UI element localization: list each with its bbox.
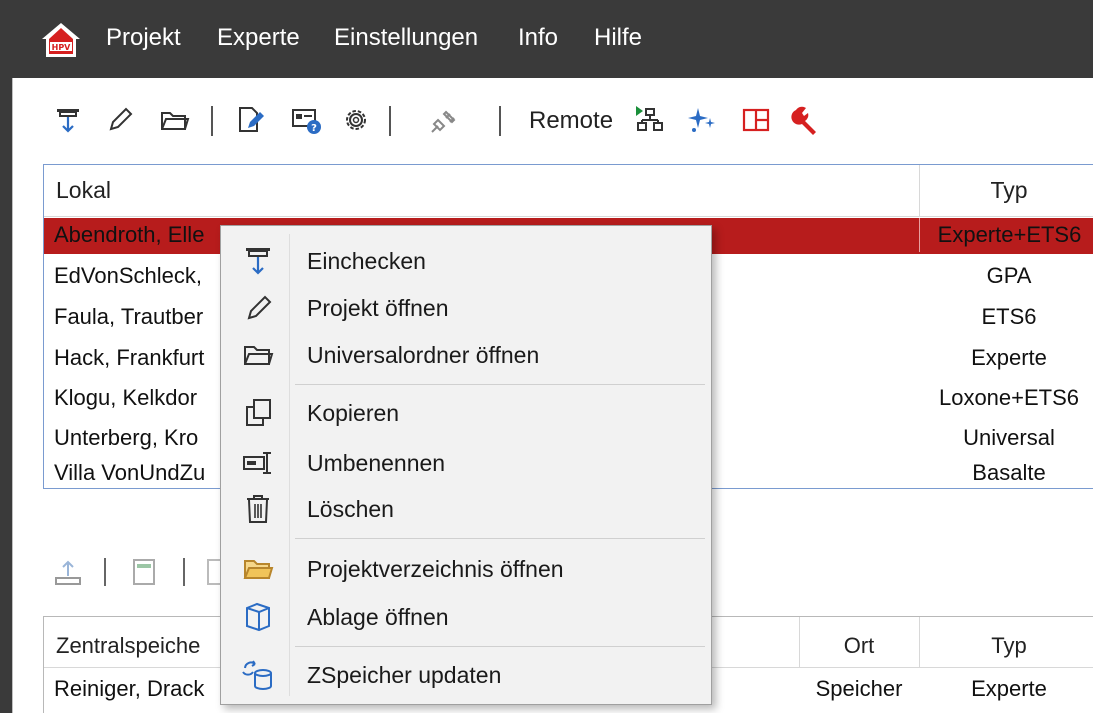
menu-item-ablage-oeffnen[interactable]: Ablage öffnen — [221, 594, 711, 640]
menu-item-einchecken[interactable]: Einchecken — [221, 238, 711, 284]
menu-item-loeschen[interactable]: Löschen — [221, 486, 711, 532]
rename-icon — [243, 452, 271, 474]
menu-item-umbenennen[interactable]: Umbenennen — [221, 440, 711, 486]
menu-hilfe[interactable]: Hilfe — [594, 22, 642, 54]
wrench-icon[interactable] — [790, 104, 822, 136]
menu-item-zspeicher-updaten[interactable]: ZSpeicher updaten — [221, 652, 711, 698]
menu-item-label: Universalordner öffnen — [307, 342, 540, 368]
plug-icon[interactable] — [428, 104, 460, 136]
menu-separator — [295, 384, 705, 385]
cell-type[interactable]: Experte — [919, 673, 1093, 705]
menu-einstellungen[interactable]: Einstellungen — [334, 22, 478, 54]
menu-item-label: ZSpeicher updaten — [307, 662, 502, 688]
menu-item-label: Kopieren — [307, 400, 400, 426]
remote-label: Remote — [529, 107, 614, 134]
window-border — [12, 78, 13, 713]
pencil-icon[interactable] — [104, 104, 136, 136]
cell-name: Unterberg, Kro — [54, 425, 199, 450]
column-header-ort[interactable]: Ort — [799, 617, 919, 667]
menu-item-label: Umbenennen — [307, 450, 446, 476]
menu-experte[interactable]: Experte — [217, 22, 300, 54]
gear-icon[interactable] — [340, 104, 372, 136]
toolbar-separator — [183, 558, 185, 586]
layout-icon[interactable] — [740, 104, 772, 136]
cell-name: Villa VonUndZu — [54, 460, 206, 485]
cell-type: Experte — [971, 345, 1047, 370]
cell-type: Experte+ETS6 — [919, 218, 1093, 252]
menu-item-kopieren[interactable]: Kopieren — [221, 390, 711, 436]
sparkle-icon[interactable] — [686, 104, 718, 136]
menu-item-label: Projektverzeichnis öffnen — [307, 556, 564, 582]
toolbar-separator — [499, 106, 501, 136]
menu-item-label: Ablage öffnen — [307, 604, 449, 630]
app-logo-icon: HPV — [42, 23, 80, 57]
checkin-icon — [246, 248, 270, 275]
svg-text:HPV: HPV — [52, 43, 72, 52]
window-frame-left — [0, 78, 12, 713]
cylinder-icon — [246, 602, 270, 632]
cell-type: Basalte — [972, 460, 1046, 485]
toolbar-separator — [104, 558, 106, 586]
checkout-icon[interactable] — [52, 556, 84, 588]
menu-info[interactable]: Info — [518, 22, 558, 54]
table-header: Lokal Typ — [44, 165, 1093, 217]
folder-icon — [244, 346, 274, 365]
menu-item-label: Projekt öffnen — [307, 295, 449, 321]
column-header-zentralspeicher[interactable]: Zentralspeiche — [56, 617, 200, 667]
menubar: HPV Projekt Experte Einstellungen Info H… — [0, 0, 1093, 78]
toolbar-separator — [211, 106, 213, 136]
cell-name: Faula, Trautber — [54, 304, 204, 329]
menu-separator — [295, 538, 705, 539]
context-menu: Einchecken Projekt öffnen Universalordne… — [220, 225, 712, 705]
column-header-typ[interactable]: Typ — [919, 165, 1093, 217]
cell-type: Universal — [963, 425, 1055, 450]
cell-name: Klogu, Kelkdor — [54, 385, 198, 410]
column-header-typ[interactable]: Typ — [919, 617, 1093, 667]
sync-storage-icon — [242, 660, 272, 690]
checkin-icon[interactable] — [52, 104, 84, 136]
menu-item-label: Löschen — [307, 496, 394, 522]
cell-type: GPA — [986, 263, 1032, 288]
pencil-icon — [247, 295, 272, 320]
svg-text:?: ? — [311, 123, 317, 134]
document-icon[interactable] — [130, 556, 158, 588]
partial-icon[interactable] — [204, 556, 220, 588]
menu-separator — [295, 646, 705, 647]
folder-icon[interactable] — [158, 104, 190, 136]
cell-type: ETS6 — [981, 304, 1037, 329]
menu-item-label: Einchecken — [307, 248, 426, 274]
network-icon[interactable] — [634, 104, 666, 136]
info-card-icon[interactable]: ? — [290, 104, 322, 136]
cell-location[interactable]: Speicher — [799, 673, 919, 705]
edit-doc-icon[interactable] — [234, 104, 266, 136]
cell-name: EdVonSchleck, — [54, 263, 202, 288]
cell-name: Hack, Frankfurt — [54, 345, 205, 370]
cell-name[interactable]: Reiniger, Drack — [54, 673, 204, 705]
menu-item-projekt-oeffnen[interactable]: Projekt öffnen — [221, 285, 711, 331]
trash-icon — [247, 495, 269, 523]
menu-item-universalordner-oeffnen[interactable]: Universalordner öffnen — [221, 332, 711, 378]
copy-icon — [246, 399, 271, 426]
cell-name: Abendroth, Elle — [54, 222, 205, 247]
cell-type: Loxone+ETS6 — [938, 385, 1080, 410]
menu-projekt[interactable]: Projekt — [106, 22, 181, 54]
toolbar-separator — [389, 106, 391, 136]
menu-item-projektverzeichnis-oeffnen[interactable]: Projektverzeichnis öffnen — [221, 546, 711, 592]
column-header-lokal[interactable]: Lokal — [56, 165, 111, 217]
folder-yellow-icon — [243, 560, 274, 579]
